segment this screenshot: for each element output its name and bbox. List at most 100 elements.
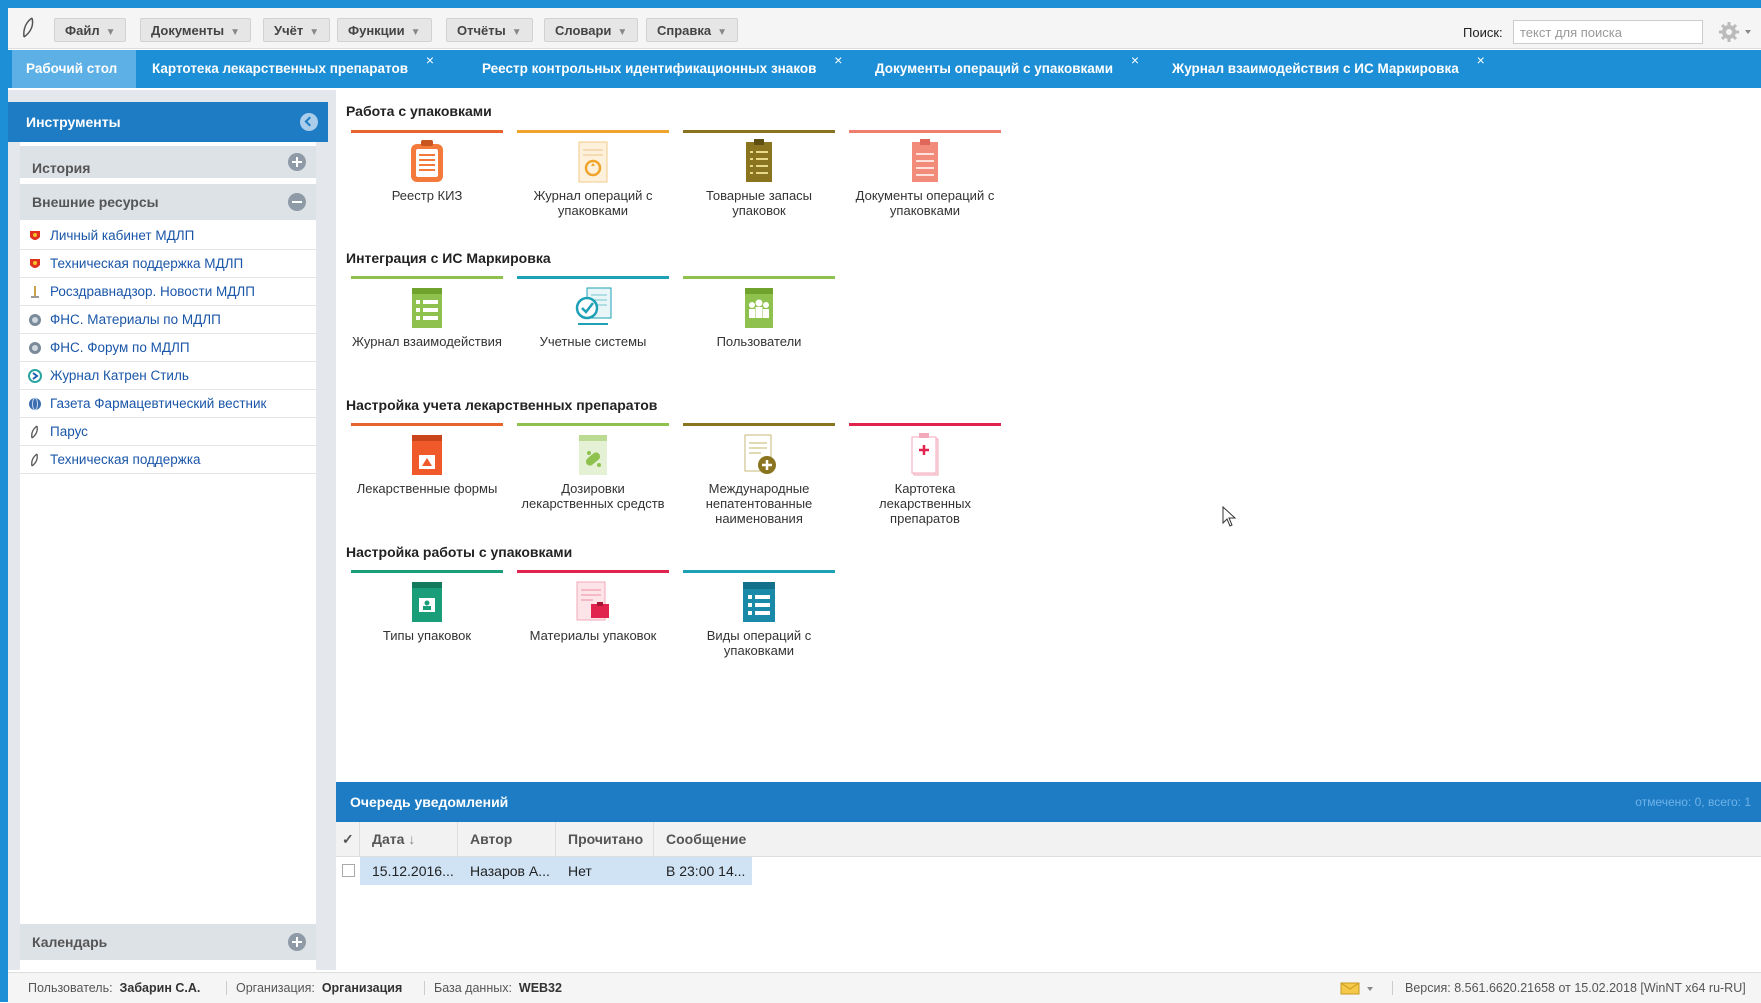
link-katren-style[interactable]: Журнал Катрен Стиль bbox=[20, 362, 316, 390]
tile-package-types[interactable]: Типы упаковок bbox=[351, 570, 503, 690]
notifications-table-header: ✓ Дата ↓ Автор Прочитано Сообщение bbox=[336, 822, 1761, 857]
select-all-checkbox[interactable]: ✓ bbox=[336, 822, 360, 856]
tile-operation-types[interactable]: Виды операций с упаковками bbox=[683, 570, 835, 690]
fns-icon bbox=[29, 314, 41, 326]
tile-dosage-forms[interactable]: Лекарственные формы bbox=[351, 423, 503, 543]
close-icon[interactable]: × bbox=[1131, 41, 1139, 79]
status-user: Пользователь: Забарин С.А. bbox=[28, 981, 201, 995]
close-icon[interactable]: × bbox=[426, 41, 434, 79]
gear-icon[interactable] bbox=[1715, 21, 1755, 43]
cell-read: Нет bbox=[556, 857, 654, 885]
menu-accounting[interactable]: Учёт ▼ bbox=[263, 18, 331, 42]
dosage-forms-icon bbox=[412, 435, 442, 475]
katren-icon bbox=[28, 369, 42, 383]
tile-dosages[interactable]: Дозировки лекарственных средств bbox=[517, 423, 669, 543]
link-mdlp-cabinet[interactable]: Личный кабинет МДЛП bbox=[20, 222, 316, 250]
col-read[interactable]: Прочитано bbox=[556, 822, 654, 856]
tile-interaction-journal[interactable]: Журнал взаимодействия bbox=[351, 276, 503, 396]
link-pharma-herald[interactable]: Газета Фармацевтический вестник bbox=[20, 390, 316, 418]
expand-icon[interactable] bbox=[288, 933, 306, 951]
notifications-count: отмечено: 0, всего: 1 bbox=[1635, 795, 1751, 809]
chevron-down-icon: ▼ bbox=[717, 27, 728, 38]
tile-stock[interactable]: Товарные запасы упаковок bbox=[683, 130, 835, 250]
status-database: База данных: WEB32 bbox=[434, 981, 562, 995]
globe-icon bbox=[29, 397, 41, 411]
group-title-drug-settings: Настройка учета лекарственных препаратов bbox=[346, 397, 658, 413]
status-version: Версия: 8.561.6620.21658 от 15.02.2018 [… bbox=[1405, 981, 1746, 995]
link-fns-materials[interactable]: ФНС. Материалы по МДЛП bbox=[20, 306, 316, 334]
sort-down-icon: ↓ bbox=[408, 831, 416, 847]
expand-icon[interactable] bbox=[288, 153, 306, 171]
status-bar: Пользователь: Забарин С.А. Организация: … bbox=[8, 972, 1761, 1003]
chevron-down-icon: ▼ bbox=[230, 27, 240, 38]
cell-date: 15.12.2016... bbox=[360, 857, 458, 885]
accounting-systems-icon bbox=[575, 287, 612, 325]
chevron-down-icon: ▼ bbox=[105, 27, 116, 38]
inn-icon bbox=[744, 434, 776, 474]
menu-documents[interactable]: Документы ▼ bbox=[140, 18, 251, 42]
stock-icon bbox=[746, 139, 772, 182]
parus-logo-icon[interactable] bbox=[20, 17, 38, 39]
tile-package-materials[interactable]: Материалы упаковок bbox=[517, 570, 669, 690]
tile-drug-catalog[interactable]: Картотека лекарственных препаратов bbox=[849, 423, 1001, 543]
tile-users[interactable]: Пользователи bbox=[683, 276, 835, 396]
tile-inn[interactable]: Международные непатентованные наименован… bbox=[683, 423, 835, 543]
tab-desktop[interactable]: Рабочий стол bbox=[12, 50, 136, 88]
package-materials-icon bbox=[576, 581, 609, 621]
menu-help[interactable]: Справка ▼ bbox=[646, 18, 739, 42]
group-title-packages: Работа с упаковками bbox=[346, 103, 492, 119]
tile-kiz-registry[interactable]: Реестр КИЗ bbox=[351, 130, 503, 250]
close-icon[interactable]: × bbox=[834, 41, 842, 79]
table-row[interactable]: 15.12.2016... Назаров А... Нет В 23:00 1… bbox=[336, 857, 1761, 885]
search-input[interactable] bbox=[1513, 20, 1703, 44]
package-types-icon bbox=[412, 582, 442, 622]
link-tech-support[interactable]: Техническая поддержка bbox=[20, 446, 316, 474]
sidebar-splitter[interactable] bbox=[328, 90, 336, 970]
link-mdlp-support[interactable]: Техническая поддержка МДЛП bbox=[20, 250, 316, 278]
cell-message: В 23:00 14... bbox=[654, 857, 752, 885]
close-icon[interactable]: × bbox=[1477, 41, 1485, 79]
registry-icon bbox=[411, 140, 443, 182]
notifications-envelope-icon[interactable] bbox=[1340, 981, 1380, 995]
cell-author: Назаров А... bbox=[458, 857, 556, 885]
tab-marking-journal[interactable]: Журнал взаимодействия с ИС Маркировка × bbox=[1158, 50, 1485, 88]
drug-catalog-icon bbox=[911, 433, 939, 476]
link-parus[interactable]: Парус bbox=[20, 418, 316, 446]
section-external-resources[interactable]: Внешние ресурсы bbox=[20, 184, 316, 220]
collapse-section-icon[interactable] bbox=[288, 193, 306, 211]
users-icon bbox=[745, 288, 773, 328]
documents-icon bbox=[912, 139, 938, 182]
parus-icon bbox=[31, 453, 38, 467]
group-title-integration: Интеграция с ИС Маркировка bbox=[346, 250, 551, 266]
section-history[interactable]: История bbox=[20, 146, 316, 178]
menu-reports[interactable]: Отчёты ▼ bbox=[446, 18, 533, 42]
tile-accounting-systems[interactable]: Учетные системы bbox=[517, 276, 669, 396]
col-author[interactable]: Автор bbox=[458, 822, 556, 856]
tab-package-documents[interactable]: Документы операций с упаковками × bbox=[861, 50, 1139, 88]
tile-package-documents[interactable]: Документы операций с упаковками bbox=[849, 130, 1001, 250]
interaction-journal-icon bbox=[412, 288, 442, 328]
tab-kiz-registry[interactable]: Реестр контрольных идентификационных зна… bbox=[468, 50, 842, 88]
tools-sidebar: Инструменты История Внешние ресурсы Личн… bbox=[8, 90, 328, 970]
notifications-panel: Очередь уведомлений отмечено: 0, всего: … bbox=[336, 782, 1761, 972]
notifications-header: Очередь уведомлений отмечено: 0, всего: … bbox=[336, 782, 1761, 822]
collapse-icon[interactable] bbox=[300, 113, 318, 131]
menu-functions[interactable]: Функции ▼ bbox=[337, 18, 432, 42]
tab-drug-catalog[interactable]: Картотека лекарственных препаратов × bbox=[138, 50, 434, 88]
row-checkbox[interactable] bbox=[342, 864, 355, 877]
emblem-icon bbox=[30, 231, 40, 240]
link-roszdrav-news[interactable]: Росздравнадзор. Новости МДЛП bbox=[20, 278, 316, 306]
section-calendar[interactable]: Календарь bbox=[20, 924, 316, 960]
menu-dictionaries[interactable]: Словари ▼ bbox=[544, 18, 639, 42]
link-fns-forum[interactable]: ФНС. Форум по МДЛП bbox=[20, 334, 316, 362]
roszdrav-icon bbox=[31, 286, 39, 298]
col-message[interactable]: Сообщение bbox=[654, 822, 1761, 856]
mouse-cursor-icon bbox=[1222, 506, 1237, 527]
chevron-down-icon: ▼ bbox=[410, 27, 421, 38]
menu-file[interactable]: Файл ▼ bbox=[54, 18, 127, 42]
tile-operations-journal[interactable]: Журнал операций с упаковками bbox=[517, 130, 669, 250]
operation-types-icon bbox=[743, 582, 775, 622]
dosages-icon bbox=[579, 435, 607, 475]
col-date[interactable]: Дата ↓ bbox=[360, 822, 458, 856]
menubar: Файл ▼ Документы ▼ Учёт ▼ Функции ▼ Отчёты ▼ … bbox=[8, 8, 1761, 49]
